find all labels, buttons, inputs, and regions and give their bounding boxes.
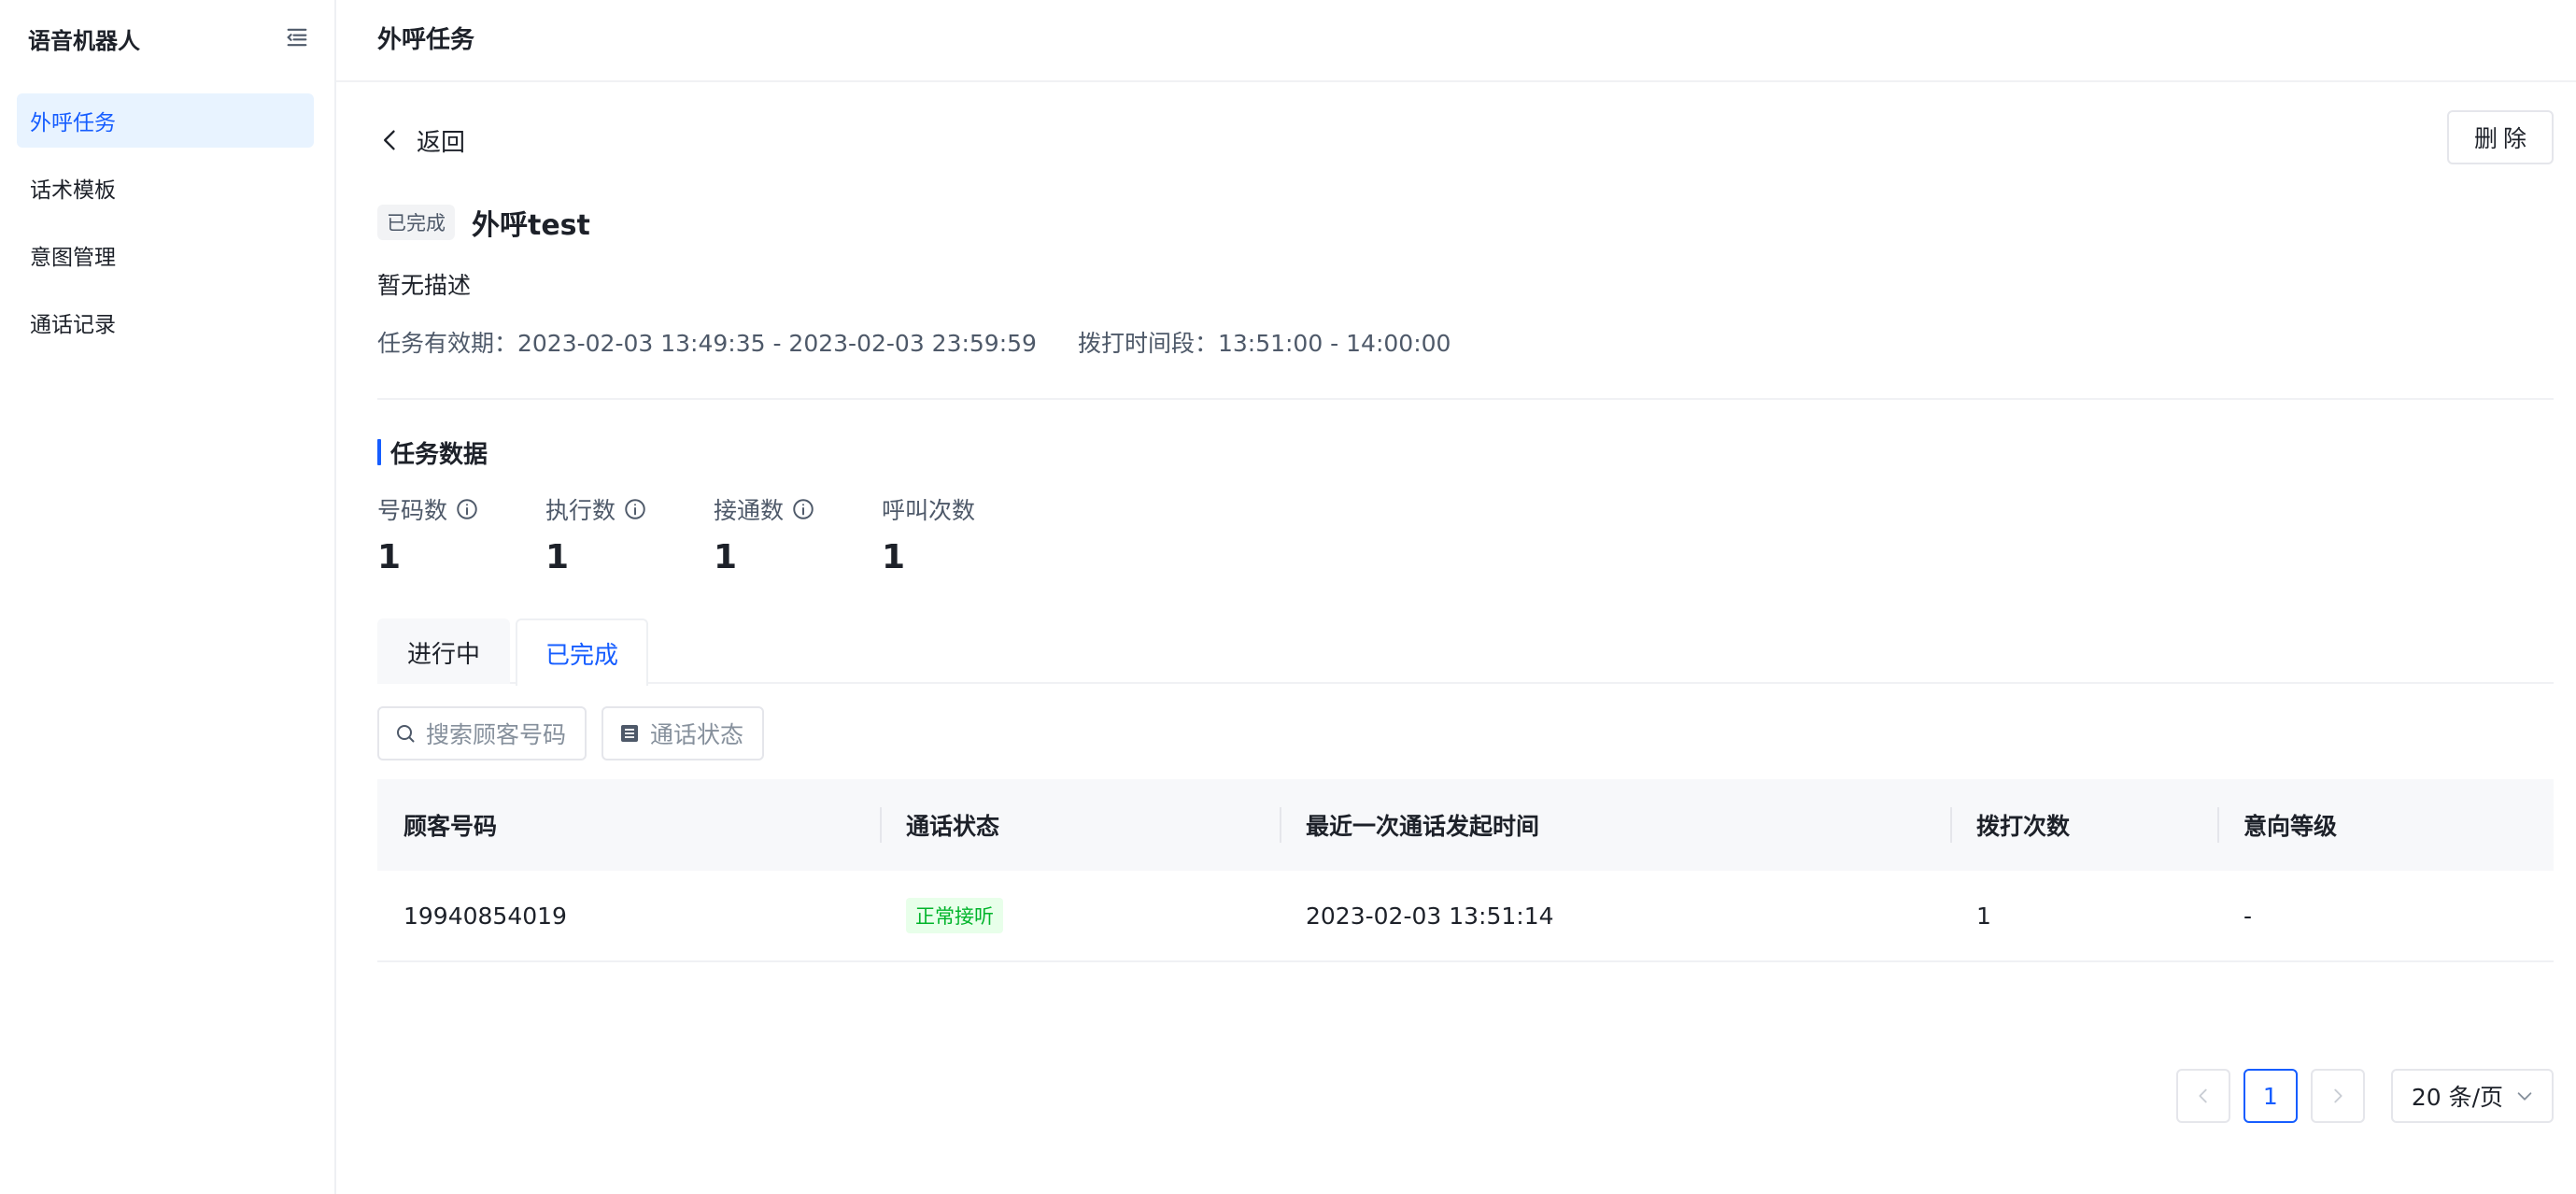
column-header[interactable]: 顾客号码 (377, 779, 880, 871)
filter-bar: 搜索顾客号码 通话状态 (377, 706, 779, 760)
task-description: 暂无描述 (377, 272, 472, 299)
chevron-right-icon (2334, 1088, 2342, 1103)
sidebar-item-outbound-tasks[interactable]: 外呼任务 (17, 93, 314, 148)
column-header[interactable]: 通话状态 (880, 779, 1280, 871)
cell-last-call: 2023-02-03 13:51:14 (1306, 902, 1554, 930)
task-name: 外呼test (472, 209, 590, 242)
column-header[interactable]: 最近一次通话发起时间 (1280, 779, 1950, 871)
stat-value: 1 (714, 538, 738, 576)
task-validity: 任务有效期：2023-02-03 13:49:35 - 2023-02-03 2… (377, 330, 1037, 357)
page-size-value: 20 条/页 (2411, 1084, 2503, 1111)
info-icon[interactable] (455, 497, 479, 521)
call-status-filter[interactable]: 通话状态 (602, 706, 765, 760)
chevron-left-icon (384, 130, 395, 150)
back-label: 返回 (417, 128, 466, 157)
prev-page-button[interactable] (2175, 1069, 2230, 1123)
menu-collapse-icon[interactable] (284, 24, 310, 50)
chevron-down-icon (2517, 1092, 2532, 1101)
sidebar-nav: 外呼任务 话术模板 意图管理 通话记录 (17, 93, 314, 362)
task-title-row: 已完成 外呼test (377, 202, 590, 243)
search-placeholder: 搜索顾客号码 (426, 721, 567, 748)
tab-completed[interactable]: 已完成 (516, 618, 649, 686)
stat-executed-count: 执行数 1 (545, 493, 714, 576)
sidebar-item-label: 意图管理 (30, 246, 116, 270)
cell-status: 正常接听 (880, 870, 1280, 961)
sidebar-item-call-records[interactable]: 通话记录 (17, 295, 314, 349)
top-bar: 外呼任务 (336, 0, 2576, 82)
stat-value: 1 (377, 538, 402, 576)
delete-button[interactable]: 删除 (2447, 110, 2554, 164)
page-number-button[interactable]: 1 (2243, 1069, 2298, 1123)
stat-call-count: 呼叫次数 1 (882, 493, 1050, 576)
tab-in-progress[interactable]: 进行中 (377, 618, 511, 684)
search-icon (397, 725, 415, 743)
sidebar: 语音机器人 外呼任务 话术模板 意图管理 通话记录 (0, 0, 336, 1194)
cell-phone: 19940854019 (403, 902, 567, 930)
sidebar-item-label: 话术模板 (30, 178, 116, 203)
next-page-button[interactable] (2310, 1069, 2365, 1123)
stat-label: 接通数 (714, 497, 785, 524)
sidebar-item-label: 外呼任务 (30, 111, 116, 135)
call-status-filter-label: 通话状态 (650, 721, 744, 748)
stats-row: 号码数 1 执行数 1 接通数 1 呼叫次数 1 (377, 493, 1050, 576)
cell-dial-count: 1 (1976, 902, 1991, 930)
cell-intent-level: - (2243, 902, 2253, 930)
info-icon[interactable] (623, 497, 647, 521)
stat-label: 执行数 (545, 497, 616, 524)
stat-label: 号码数 (377, 497, 448, 524)
chevron-left-icon (2199, 1088, 2207, 1103)
main-area: 外呼任务 返回 删除 已完成 外呼test 暂无描述 任务有效期：2023-02… (336, 0, 2576, 1194)
search-customer-input[interactable]: 搜索顾客号码 (377, 706, 587, 760)
task-dial-window: 拨打时间段：13:51:00 - 14:00:00 (1077, 330, 1451, 357)
section-title: 任务数据 (377, 437, 488, 469)
stat-value: 1 (882, 538, 906, 576)
sidebar-item-label: 通话记录 (30, 313, 116, 337)
divider (377, 398, 2554, 400)
call-table: 顾客号码 通话状态 最近一次通话发起时间 拨打次数 意向等级 199408540… (377, 779, 2554, 962)
sidebar-header: 语音机器人 (0, 0, 334, 75)
stat-number-count: 号码数 1 (377, 493, 545, 576)
stat-label: 呼叫次数 (882, 497, 976, 524)
pagination: 1 20 条/页 (2163, 1069, 2554, 1123)
info-icon[interactable] (791, 497, 815, 521)
call-status-badge: 正常接听 (906, 898, 1003, 933)
page-size-select[interactable]: 20 条/页 (2390, 1069, 2554, 1123)
sidebar-item-script-templates[interactable]: 话术模板 (17, 161, 314, 215)
status-badge: 已完成 (377, 205, 455, 240)
stat-value: 1 (545, 538, 570, 576)
table-header: 顾客号码 通话状态 最近一次通话发起时间 拨打次数 意向等级 (377, 779, 2554, 871)
app-title: 语音机器人 (28, 28, 140, 54)
status-tabs: 进行中 已完成 (377, 618, 2554, 686)
stat-connected-count: 接通数 1 (714, 493, 882, 576)
page-title: 外呼任务 (377, 26, 475, 54)
section-accent-bar (377, 439, 381, 465)
column-header[interactable]: 拨打次数 (1950, 779, 2217, 871)
column-header[interactable]: 意向等级 (2217, 779, 2554, 871)
table-row[interactable]: 19940854019 正常接听 2023-02-03 13:51:14 1 - (377, 871, 2554, 962)
sidebar-item-intent-management[interactable]: 意图管理 (17, 228, 314, 282)
task-meta: 任务有效期：2023-02-03 13:49:35 - 2023-02-03 2… (377, 325, 1492, 359)
back-button[interactable]: 返回 (377, 121, 465, 159)
list-filter-icon (621, 725, 639, 742)
section-title-text: 任务数据 (390, 440, 488, 469)
